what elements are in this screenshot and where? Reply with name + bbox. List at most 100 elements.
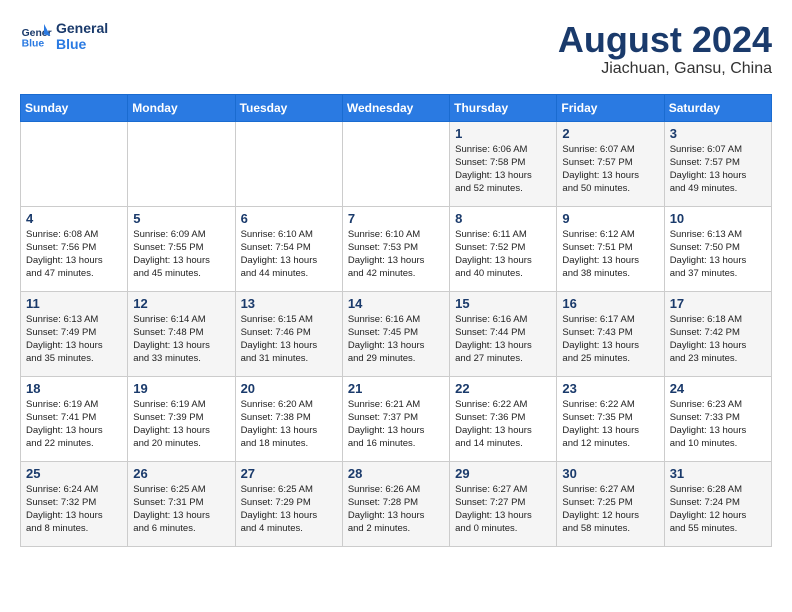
calendar-cell: 1 Sunrise: 6:06 AM Sunset: 7:58 PM Daylig… — [450, 121, 557, 206]
day-info: Sunrise: 6:07 AM Sunset: 7:57 PM Dayligh… — [670, 143, 766, 196]
month-year-title: August 2024 — [558, 20, 772, 60]
calendar-cell — [235, 121, 342, 206]
calendar-cell: 13 Sunrise: 6:15 AM Sunset: 7:46 PM Dayli… — [235, 291, 342, 376]
day-number: 16 — [562, 296, 658, 311]
day-number: 23 — [562, 381, 658, 396]
day-info: Sunrise: 6:27 AM Sunset: 7:27 PM Dayligh… — [455, 483, 551, 536]
calendar-cell: 15 Sunrise: 6:16 AM Sunset: 7:44 PM Dayli… — [450, 291, 557, 376]
calendar-cell: 26Sunrise: 6:25 AM Sunset: 7:31 PM Dayli… — [128, 461, 235, 546]
day-number: 29 — [455, 466, 551, 481]
day-number: 27 — [241, 466, 337, 481]
day-number: 26 — [133, 466, 229, 481]
calendar-cell: 12 Sunrise: 6:14 AM Sunset: 7:48 PM Dayli… — [128, 291, 235, 376]
day-number: 28 — [348, 466, 444, 481]
calendar-cell: 10 Sunrise: 6:13 AM Sunset: 7:50 PM Dayli… — [664, 206, 771, 291]
day-info: Sunrise: 6:07 AM Sunset: 7:57 PM Dayligh… — [562, 143, 658, 196]
day-info: Sunrise: 6:17 AM Sunset: 7:43 PM Dayligh… — [562, 313, 658, 366]
calendar-cell: 20 Sunrise: 6:20 AM Sunset: 7:38 PM Dayli… — [235, 376, 342, 461]
calendar-cell: 16 Sunrise: 6:17 AM Sunset: 7:43 PM Dayli… — [557, 291, 664, 376]
location-subtitle: Jiachuan, Gansu, China — [558, 60, 772, 78]
day-number: 31 — [670, 466, 766, 481]
day-info: Sunrise: 6:13 AM Sunset: 7:49 PM Dayligh… — [26, 313, 122, 366]
weekday-header-saturday: Saturday — [664, 94, 771, 121]
day-number: 6 — [241, 211, 337, 226]
calendar-cell: 17 Sunrise: 6:18 AM Sunset: 7:42 PM Dayli… — [664, 291, 771, 376]
day-info: Sunrise: 6:08 AM Sunset: 7:56 PM Dayligh… — [26, 228, 122, 281]
week-row-2: 11 Sunrise: 6:13 AM Sunset: 7:49 PM Dayli… — [21, 291, 772, 376]
day-info: Sunrise: 6:21 AM Sunset: 7:37 PM Dayligh… — [348, 398, 444, 451]
day-info: Sunrise: 6:13 AM Sunset: 7:50 PM Dayligh… — [670, 228, 766, 281]
calendar-cell: 23 Sunrise: 6:22 AM Sunset: 7:35 PM Dayli… — [557, 376, 664, 461]
weekday-header-tuesday: Tuesday — [235, 94, 342, 121]
calendar-cell: 5 Sunrise: 6:09 AM Sunset: 7:55 PM Daylig… — [128, 206, 235, 291]
day-number: 24 — [670, 381, 766, 396]
weekday-header-sunday: Sunday — [21, 94, 128, 121]
weekday-header-friday: Friday — [557, 94, 664, 121]
weekday-header-monday: Monday — [128, 94, 235, 121]
calendar-cell: 4 Sunrise: 6:08 AM Sunset: 7:56 PM Daylig… — [21, 206, 128, 291]
calendar-cell: 7Sunrise: 6:10 AM Sunset: 7:53 PM Daylig… — [342, 206, 449, 291]
day-number: 8 — [455, 211, 551, 226]
calendar-cell: 19 Sunrise: 6:19 AM Sunset: 7:39 PM Dayli… — [128, 376, 235, 461]
calendar-cell: 14 Sunrise: 6:16 AM Sunset: 7:45 PM Dayli… — [342, 291, 449, 376]
calendar-cell: 11 Sunrise: 6:13 AM Sunset: 7:49 PM Dayli… — [21, 291, 128, 376]
calendar-cell: 2 Sunrise: 6:07 AM Sunset: 7:57 PM Daylig… — [557, 121, 664, 206]
day-info: Sunrise: 6:11 AM Sunset: 7:52 PM Dayligh… — [455, 228, 551, 281]
logo-blue-text: Blue — [56, 36, 108, 52]
day-info: Sunrise: 6:28 AM Sunset: 7:24 PM Dayligh… — [670, 483, 766, 536]
day-number: 13 — [241, 296, 337, 311]
day-number: 10 — [670, 211, 766, 226]
calendar-cell — [342, 121, 449, 206]
calendar-cell: 24Sunrise: 6:23 AM Sunset: 7:33 PM Dayli… — [664, 376, 771, 461]
day-info: Sunrise: 6:22 AM Sunset: 7:35 PM Dayligh… — [562, 398, 658, 451]
logo-icon: General Blue — [20, 20, 52, 52]
calendar-cell: 30Sunrise: 6:27 AM Sunset: 7:25 PM Dayli… — [557, 461, 664, 546]
calendar-cell — [128, 121, 235, 206]
day-info: Sunrise: 6:10 AM Sunset: 7:53 PM Dayligh… — [348, 228, 444, 281]
day-number: 17 — [670, 296, 766, 311]
day-info: Sunrise: 6:15 AM Sunset: 7:46 PM Dayligh… — [241, 313, 337, 366]
calendar-cell: 31 Sunrise: 6:28 AM Sunset: 7:24 PM Dayli… — [664, 461, 771, 546]
day-number: 1 — [455, 126, 551, 141]
calendar-cell: 8 Sunrise: 6:11 AM Sunset: 7:52 PM Daylig… — [450, 206, 557, 291]
day-info: Sunrise: 6:10 AM Sunset: 7:54 PM Dayligh… — [241, 228, 337, 281]
day-info: Sunrise: 6:16 AM Sunset: 7:45 PM Dayligh… — [348, 313, 444, 366]
day-info: Sunrise: 6:27 AM Sunset: 7:25 PM Dayligh… — [562, 483, 658, 536]
calendar-cell: 9Sunrise: 6:12 AM Sunset: 7:51 PM Daylig… — [557, 206, 664, 291]
day-info: Sunrise: 6:14 AM Sunset: 7:48 PM Dayligh… — [133, 313, 229, 366]
day-info: Sunrise: 6:19 AM Sunset: 7:41 PM Dayligh… — [26, 398, 122, 451]
day-info: Sunrise: 6:06 AM Sunset: 7:58 PM Dayligh… — [455, 143, 551, 196]
calendar-cell: 29 Sunrise: 6:27 AM Sunset: 7:27 PM Dayli… — [450, 461, 557, 546]
day-number: 20 — [241, 381, 337, 396]
day-info: Sunrise: 6:09 AM Sunset: 7:55 PM Dayligh… — [133, 228, 229, 281]
calendar-cell: 21Sunrise: 6:21 AM Sunset: 7:37 PM Dayli… — [342, 376, 449, 461]
week-row-1: 4 Sunrise: 6:08 AM Sunset: 7:56 PM Daylig… — [21, 206, 772, 291]
calendar-cell: 22 Sunrise: 6:22 AM Sunset: 7:36 PM Dayli… — [450, 376, 557, 461]
logo: General Blue General Blue — [20, 20, 108, 52]
day-number: 12 — [133, 296, 229, 311]
calendar-cell: 3 Sunrise: 6:07 AM Sunset: 7:57 PM Daylig… — [664, 121, 771, 206]
day-number: 14 — [348, 296, 444, 311]
day-info: Sunrise: 6:18 AM Sunset: 7:42 PM Dayligh… — [670, 313, 766, 366]
calendar-body: 1 Sunrise: 6:06 AM Sunset: 7:58 PM Daylig… — [21, 121, 772, 546]
day-number: 19 — [133, 381, 229, 396]
day-number: 5 — [133, 211, 229, 226]
day-info: Sunrise: 6:20 AM Sunset: 7:38 PM Dayligh… — [241, 398, 337, 451]
calendar-cell: 28Sunrise: 6:26 AM Sunset: 7:28 PM Dayli… — [342, 461, 449, 546]
day-number: 2 — [562, 126, 658, 141]
calendar-cell — [21, 121, 128, 206]
day-number: 11 — [26, 296, 122, 311]
calendar-header: SundayMondayTuesdayWednesdayThursdayFrid… — [21, 94, 772, 121]
weekday-header-wednesday: Wednesday — [342, 94, 449, 121]
header-row: SundayMondayTuesdayWednesdayThursdayFrid… — [21, 94, 772, 121]
day-number: 15 — [455, 296, 551, 311]
day-number: 22 — [455, 381, 551, 396]
day-number: 4 — [26, 211, 122, 226]
logo-general-text: General — [56, 20, 108, 36]
day-info: Sunrise: 6:22 AM Sunset: 7:36 PM Dayligh… — [455, 398, 551, 451]
day-info: Sunrise: 6:16 AM Sunset: 7:44 PM Dayligh… — [455, 313, 551, 366]
calendar-cell: 27Sunrise: 6:25 AM Sunset: 7:29 PM Dayli… — [235, 461, 342, 546]
calendar-cell: 18Sunrise: 6:19 AM Sunset: 7:41 PM Dayli… — [21, 376, 128, 461]
day-number: 3 — [670, 126, 766, 141]
day-info: Sunrise: 6:19 AM Sunset: 7:39 PM Dayligh… — [133, 398, 229, 451]
